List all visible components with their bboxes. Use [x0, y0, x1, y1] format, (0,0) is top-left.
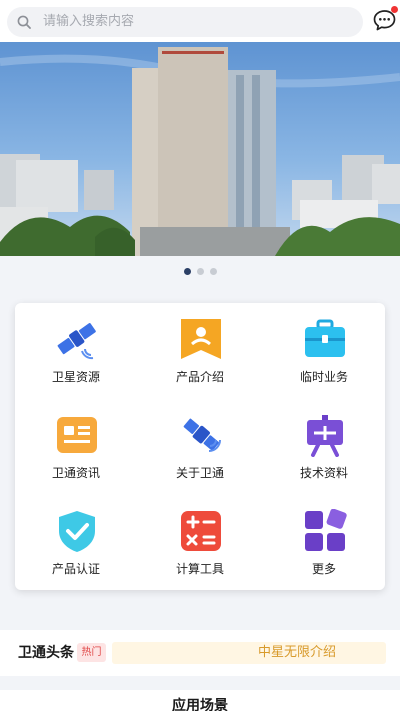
news-headline-link[interactable]: 中星无限介绍 — [112, 642, 386, 664]
satellite-icon — [57, 323, 96, 360]
calculator-icon — [181, 511, 221, 551]
menu-item-product-certification[interactable]: 产品认证 — [15, 495, 137, 587]
top-bar: 请输入搜索内容 — [0, 0, 400, 42]
search-input[interactable]: 请输入搜索内容 — [43, 14, 134, 30]
search-icon — [17, 15, 31, 29]
menu-item-temporary-business[interactable]: 临时业务 — [263, 303, 385, 395]
news-ticker: 卫通头条 热门 中星无限介绍 — [0, 630, 400, 676]
menu-item-satcom-news[interactable]: 卫通资讯 — [15, 399, 137, 491]
feature-grid: 卫星资源 产品介绍 临时业务 卫通资讯 关于卫通 技术资料 产品认证 计算工具 … — [15, 303, 385, 590]
menu-label: 计算工具 — [175, 562, 224, 576]
menu-label: 关于卫通 — [175, 466, 224, 480]
more-grid-icon — [305, 509, 347, 551]
shield-check-icon — [59, 511, 95, 552]
bookmark-icon — [181, 319, 221, 359]
menu-item-calculator[interactable]: 计算工具 — [139, 495, 261, 587]
hot-badge: 热门 — [77, 643, 106, 662]
carousel-dot[interactable] — [209, 268, 217, 275]
message-button[interactable] — [372, 6, 398, 33]
satellite-info-icon — [183, 418, 221, 452]
unread-badge — [391, 6, 398, 13]
menu-label: 技术资料 — [299, 466, 348, 480]
menu-item-satellite-resources[interactable]: 卫星资源 — [15, 303, 137, 395]
carousel-indicator — [0, 268, 400, 278]
menu-label: 产品介绍 — [175, 370, 224, 384]
carousel-dot-active[interactable] — [183, 268, 191, 275]
news-card-icon — [57, 417, 97, 453]
menu-label: 更多 — [311, 562, 336, 576]
news-section-title: 卫通头条 — [18, 645, 74, 661]
menu-label: 产品认证 — [51, 562, 100, 576]
briefcase-icon — [305, 319, 345, 357]
presentation-board-icon — [307, 415, 343, 457]
menu-label: 临时业务 — [299, 370, 348, 384]
search-bar[interactable]: 请输入搜索内容 — [7, 7, 363, 37]
banner-carousel[interactable] — [0, 42, 400, 256]
menu-item-about[interactable]: 关于卫通 — [139, 399, 261, 491]
menu-item-product-intro[interactable]: 产品介绍 — [139, 303, 261, 395]
application-scenarios-section: 应用场景 — [0, 690, 400, 711]
banner-image — [0, 47, 400, 256]
menu-label: 卫通资讯 — [51, 466, 100, 480]
menu-item-tech-docs[interactable]: 技术资料 — [263, 399, 385, 491]
menu-label: 卫星资源 — [51, 370, 100, 384]
menu-item-more[interactable]: 更多 — [263, 495, 385, 587]
section-title: 应用场景 — [172, 698, 228, 711]
carousel-dot[interactable] — [196, 268, 204, 275]
